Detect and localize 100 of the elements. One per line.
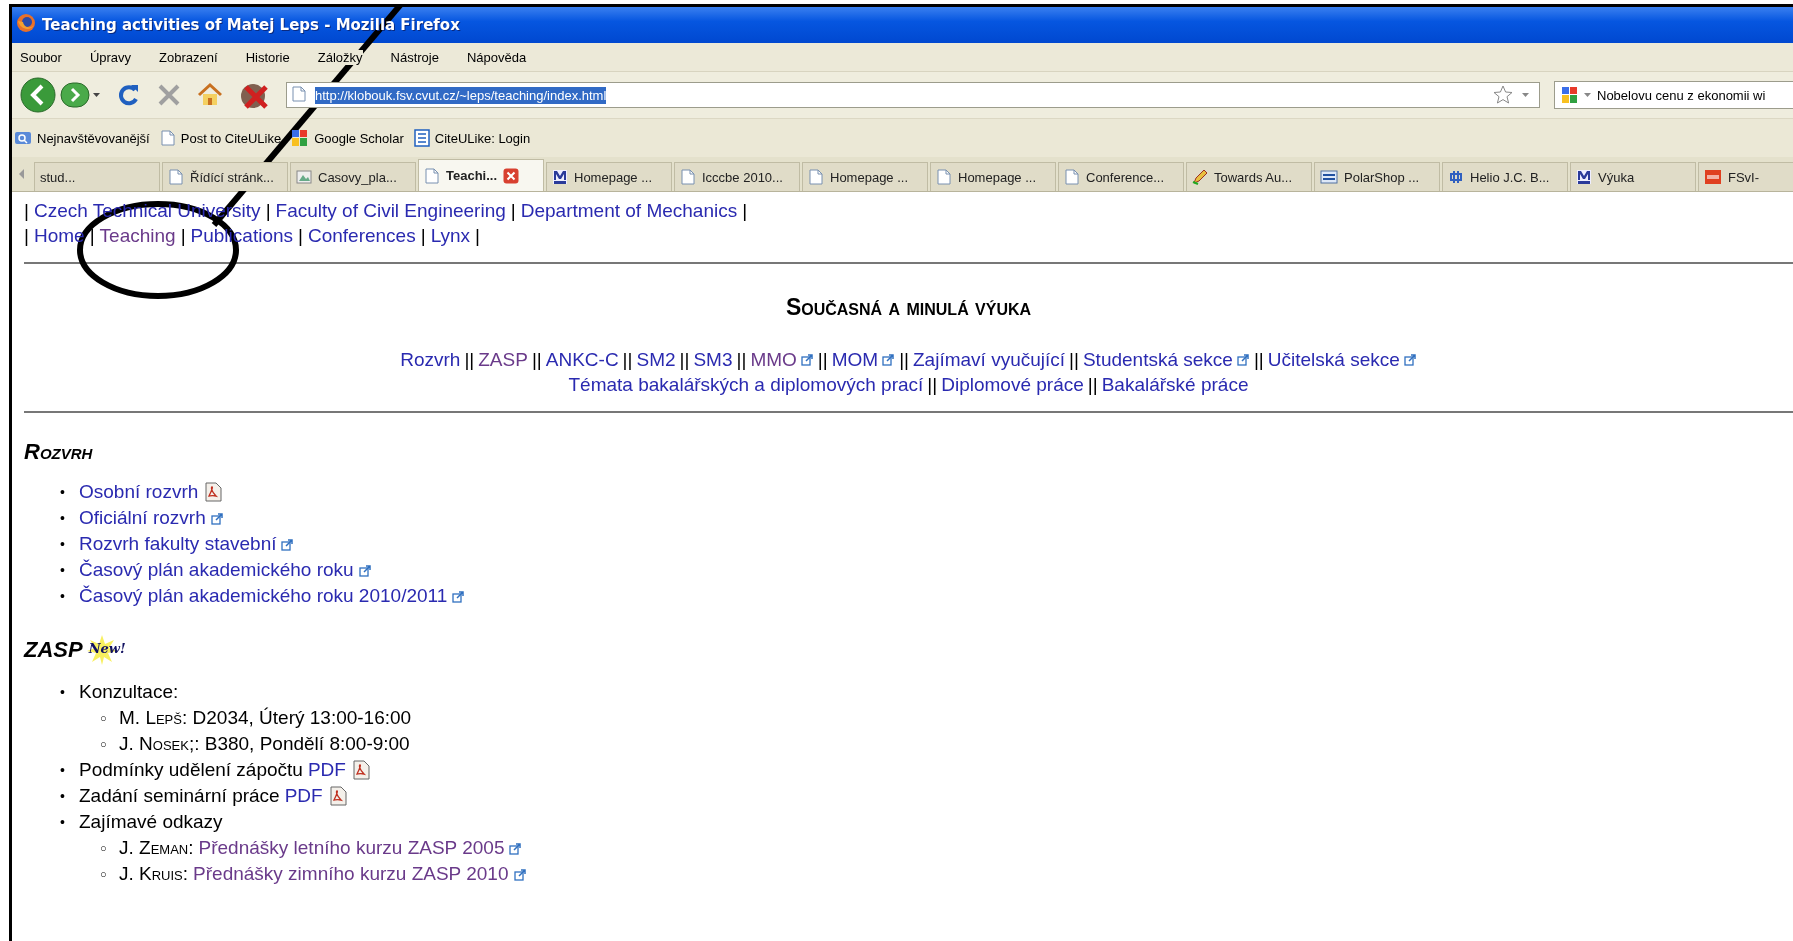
bullet: • [60, 787, 66, 806]
link[interactable]: Teaching [99, 223, 176, 248]
browser-tab[interactable]: Casovy_pla... [290, 162, 416, 191]
separator: | [24, 199, 29, 223]
browser-tab[interactable]: Teachi... [418, 159, 544, 191]
external-link-icon [882, 353, 896, 366]
browser-tab[interactable]: Homepage ... [546, 162, 672, 191]
list-text: J. Nosek;: B380, Pondělí 8:00-9:00 [119, 732, 410, 756]
google-logo-icon[interactable] [1561, 86, 1579, 104]
page-icon [936, 169, 952, 185]
link[interactable]: Přednášky zimního kurzu ZASP 2010 [193, 861, 509, 887]
browser-tab[interactable]: PolarShop ... [1314, 162, 1440, 191]
link[interactable]: Faculty of Civil Engineering [275, 198, 506, 223]
star-icon[interactable] [1493, 85, 1513, 105]
address-field[interactable]: http://klobouk.fsv.cvut.cz/~leps/teaching/index.html [286, 82, 1540, 108]
link[interactable]: Oficiální rozvrh [79, 505, 206, 531]
link[interactable]: Studentská sekce [1082, 347, 1233, 372]
link[interactable]: Rozvrh [400, 347, 461, 372]
link[interactable]: Časový plán akademického roku [79, 557, 354, 583]
external-link-icon [800, 353, 814, 366]
bookmark-item[interactable]: CiteULike: Login [413, 129, 531, 147]
pdf-file-icon [203, 481, 224, 503]
separator: || [1087, 373, 1098, 397]
folder-icon [14, 130, 32, 146]
browser-tab[interactable]: stud... [34, 162, 160, 191]
dropdown-caret-icon[interactable] [1583, 91, 1593, 99]
link[interactable]: Témata bakalářských a diplomových prací [568, 372, 924, 397]
google-logo-icon [291, 129, 310, 147]
link[interactable]: Přednášky letního kurzu ZASP 2005 [198, 835, 505, 861]
link[interactable]: Lynx [430, 223, 471, 248]
forward-button[interactable] [60, 81, 90, 109]
link[interactable]: ANKC-C [545, 347, 619, 372]
page-icon [808, 169, 824, 185]
bullet: ○ [100, 737, 108, 752]
link[interactable]: Časový plán akademického roku 2010/2011 [79, 583, 448, 609]
link[interactable]: Osobní rozvrh [79, 479, 199, 505]
dropdown-caret-icon[interactable] [92, 91, 102, 99]
home-button[interactable] [196, 82, 224, 108]
bookmark-item[interactable]: Post to CiteULike [159, 130, 282, 146]
browser-tab[interactable]: Homepage ... [802, 162, 928, 191]
browser-tab[interactable]: Homepage ... [930, 162, 1056, 191]
link[interactable]: MOM [831, 347, 879, 372]
link[interactable]: MMO [750, 347, 797, 372]
link[interactable]: Rozvrh fakulty stavební [79, 531, 277, 557]
back-button[interactable] [18, 77, 58, 113]
browser-tab[interactable]: Výuka [1570, 162, 1696, 191]
list-text: J. Zeman: [119, 836, 194, 860]
link[interactable]: Department of Mechanics [520, 198, 738, 223]
browser-tab[interactable]: Towards Au... [1186, 162, 1312, 191]
pdf-file-icon [350, 759, 371, 781]
bullet: • [60, 813, 66, 832]
page-icon [424, 167, 440, 184]
pdf-file-icon [327, 785, 348, 807]
external-link-icon [358, 563, 372, 577]
list-text: Zajímavé odkazy [79, 810, 223, 834]
bookmark-item[interactable]: Google Scholar [291, 129, 404, 147]
dropdown-caret-icon[interactable] [1521, 91, 1531, 99]
link[interactable]: ZASP [478, 347, 528, 372]
link[interactable]: Bakalářské práce [1101, 372, 1249, 397]
list-text: Podmínky udělení zápočtu [79, 758, 303, 782]
separator: || [817, 348, 828, 372]
separator: | [742, 199, 748, 223]
browser-tab[interactable]: Řídící stránk... [162, 162, 288, 191]
bullet: • [60, 683, 66, 702]
list-text: Zadání seminární práce [79, 784, 280, 808]
page-icon [291, 86, 307, 104]
link[interactable]: SM2 [636, 347, 676, 372]
menu-item[interactable]: Úpravy [89, 49, 132, 65]
menu-item[interactable]: Záložky [317, 49, 363, 65]
link[interactable]: SM3 [693, 347, 733, 372]
separator: || [531, 348, 542, 372]
link[interactable]: PDF [284, 783, 323, 809]
bullet: • [60, 509, 66, 528]
link[interactable]: Conferences [307, 223, 416, 248]
separator: | [89, 224, 95, 248]
link[interactable]: Zajímaví vyučující [913, 347, 1066, 372]
bookmark-item[interactable]: Nejnavštěvovanější [14, 130, 150, 146]
page-icon [159, 130, 176, 146]
list-text: J. Kruis: [119, 862, 189, 886]
search-field[interactable]: Nobelovu cenu z ekonomii wi [1554, 81, 1793, 109]
pencil-icon [1192, 169, 1208, 185]
link[interactable]: Učitelská sekce [1267, 347, 1400, 372]
separator: || [679, 348, 690, 372]
browser-tab[interactable]: Conference... [1058, 162, 1184, 191]
link[interactable]: PDF [307, 757, 346, 783]
link[interactable]: Diplomové práce [941, 372, 1084, 397]
page-icon [680, 169, 696, 185]
browser-tab[interactable]: Helio J.C. B... [1442, 162, 1568, 191]
browser-tab[interactable]: FSvI- [1698, 162, 1793, 191]
fsv-logo-icon [1704, 169, 1722, 185]
list-icon [413, 129, 430, 147]
separator: | [24, 224, 29, 248]
separator: | [298, 224, 303, 248]
page-icon [168, 169, 184, 185]
external-link-icon [1236, 353, 1250, 366]
browser-tab[interactable]: Icccbe 2010... [674, 162, 800, 191]
knot-icon [1448, 169, 1464, 185]
external-link-icon [1403, 353, 1417, 366]
polar-logo-icon [1320, 169, 1338, 185]
separator: | [475, 224, 480, 248]
